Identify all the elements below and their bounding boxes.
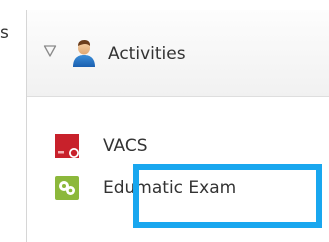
vacs-logo-icon xyxy=(55,134,79,158)
edumatic-logo-icon xyxy=(55,176,79,200)
screenshot-stage: s Activities VACS Edumatic Exam xyxy=(0,0,329,242)
activities-header[interactable]: Activities xyxy=(27,10,329,97)
list-item-edumatic-exam[interactable]: Edumatic Exam xyxy=(27,162,329,214)
person-icon xyxy=(73,40,95,67)
edumatic-exam-label: Edumatic Exam xyxy=(103,178,237,198)
navigation-panel: Activities VACS Edumatic Exam xyxy=(26,10,329,242)
vacs-label: VACS xyxy=(103,136,148,156)
triangle-down-outline-icon[interactable] xyxy=(43,44,57,58)
activities-label: Activities xyxy=(108,44,186,64)
partial-text: s xyxy=(0,23,9,43)
